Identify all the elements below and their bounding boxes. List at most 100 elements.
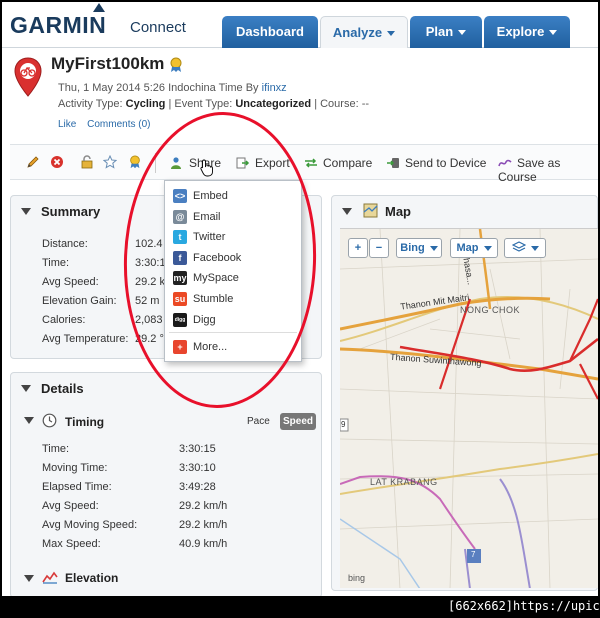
timing-row-label: Moving Time: (42, 462, 108, 474)
summary-row-label: Elevation Gain: (42, 295, 117, 307)
nav-tab-dashboard[interactable]: Dashboard (222, 16, 318, 48)
like-link[interactable]: Like (58, 119, 76, 130)
cycling-location-pin-icon (14, 57, 42, 97)
twitter-icon: t (173, 230, 187, 244)
map-canvas[interactable]: Thanon Mit Maitri Prachasa... NONG CHOK … (340, 228, 598, 588)
activity-date: Thu, 1 May 2014 5:26 Indochina Time By (58, 82, 259, 94)
summary-row-value: 29.2 ° (135, 333, 164, 345)
share-menu-item-twitter[interactable]: t Twitter (173, 229, 297, 247)
comments-link[interactable]: Comments (0) (87, 119, 150, 130)
export-label: Export (255, 156, 290, 170)
badge-icon[interactable] (128, 155, 142, 169)
activity-title[interactable]: MyFirst100km (51, 54, 164, 74)
zoom-out-button[interactable]: − (369, 238, 389, 258)
timing-row-value: 29.2 km/h (179, 500, 228, 512)
map-route-shield-9: 9 (341, 420, 346, 429)
speed-toggle[interactable]: Speed (280, 413, 316, 430)
connect-wordmark: Connect (130, 19, 186, 36)
digg-icon: digg (173, 313, 187, 327)
timing-row-label: Avg Speed: (42, 500, 99, 512)
send-to-device-label: Send to Device (405, 156, 487, 170)
user-link[interactable]: ifinxz (262, 82, 287, 94)
event-type-value: Uncategorized (235, 98, 312, 110)
collapse-triangle-icon[interactable] (21, 208, 31, 215)
summary-row-label: Avg Speed: (42, 276, 99, 288)
compare-button[interactable]: Compare (304, 156, 372, 170)
export-button[interactable]: Export (236, 156, 290, 170)
share-menu-item-embed[interactable]: <> Embed (173, 188, 297, 206)
activity-date-line: Thu, 1 May 2014 5:26 Indochina Time By i… (58, 82, 287, 94)
share-menu-label: Twitter (193, 231, 226, 243)
share-menu-label: Embed (193, 190, 228, 202)
share-dropdown-menu: <> Embed @ Email t Twitter f Facebook my MySpace s… (164, 180, 302, 362)
details-header[interactable]: Details (11, 373, 321, 403)
garmin-logo[interactable]: GARMIN (10, 12, 106, 39)
collapse-triangle-icon[interactable] (342, 208, 352, 215)
plus-icon: + (173, 340, 187, 354)
timing-row-value: 3:30:15 (179, 443, 216, 455)
map-view-select[interactable]: Map (450, 238, 498, 258)
share-menu-item-digg[interactable]: digg Digg (173, 312, 297, 330)
share-person-icon (171, 157, 181, 169)
share-menu-item-email[interactable]: @ Email (173, 209, 297, 227)
chevron-down-icon (429, 245, 438, 251)
watermark: [662x662]https://upic.me/ (448, 599, 600, 613)
activity-type-value: Cycling (125, 98, 166, 110)
zoom-in-button[interactable]: + (348, 238, 368, 258)
menu-divider (169, 332, 297, 333)
elevation-collapse-triangle-icon[interactable] (24, 575, 34, 582)
privacy-lock-icon[interactable] (80, 155, 94, 169)
chevron-down-icon (387, 31, 396, 37)
save-as-course-button[interactable]: Save as Course (498, 156, 598, 184)
share-menu-item-more[interactable]: + More... (173, 339, 297, 357)
clock-icon (42, 413, 57, 428)
save-course-icon (498, 159, 512, 167)
send-to-device-icon (387, 158, 399, 168)
share-menu-label: More... (193, 341, 228, 353)
share-menu-item-myspace[interactable]: my MySpace (173, 270, 297, 288)
timing-row-value: 3:49:28 (179, 481, 216, 493)
activity-type-label: Activity Type: (58, 98, 123, 110)
pace-toggle[interactable]: Pace (247, 416, 270, 427)
share-menu-label: MySpace (193, 272, 239, 284)
share-menu-label: Email (193, 211, 221, 223)
summary-row-label: Avg Temperature: (42, 333, 129, 345)
award-badge-icon (170, 57, 182, 72)
collapse-triangle-icon[interactable] (21, 385, 31, 392)
summary-title: Summary (41, 204, 101, 219)
details-title: Details (41, 381, 84, 396)
nav-tab-explore[interactable]: Explore (484, 16, 570, 48)
email-icon: @ (173, 210, 187, 224)
timing-row-label: Elapsed Time: (42, 481, 112, 493)
map-layers-select[interactable] (504, 238, 546, 258)
summary-row-value: 2,083 (135, 314, 163, 326)
nav-tab-plan[interactable]: Plan (410, 16, 482, 48)
activity-type-line: Activity Type: Cycling | Event Type: Unc… (58, 98, 369, 110)
send-to-device-button[interactable]: Send to Device (386, 156, 486, 170)
nav-tab-analyze[interactable]: Analyze (320, 16, 408, 48)
share-menu-item-facebook[interactable]: f Facebook (173, 250, 297, 268)
chevron-down-icon (483, 245, 492, 251)
map-route-shield-7: 7 (471, 550, 476, 559)
export-icon (236, 157, 250, 169)
summary-row-label: Calories: (42, 314, 86, 326)
timing-collapse-triangle-icon[interactable] (24, 417, 34, 424)
mouse-cursor-hand-icon (200, 159, 213, 177)
map-icon (363, 203, 378, 218)
elevation-chart-icon (42, 571, 58, 584)
stumbleupon-icon: su (173, 292, 187, 306)
share-menu-label: Digg (193, 314, 216, 326)
share-menu-label: Stumble (193, 293, 234, 305)
logo-triangle-icon (93, 3, 105, 12)
edit-pencil-icon[interactable] (26, 155, 40, 169)
timing-row-value: 40.9 km/h (179, 538, 228, 550)
browser-frame: GARMIN Connect Dashboard Analyze Plan Ex… (2, 2, 598, 596)
myspace-icon: my (173, 271, 187, 285)
share-menu-item-stumble[interactable]: su Stumble (173, 291, 297, 309)
timing-row-label: Avg Moving Speed: (42, 519, 138, 531)
map-provider-select[interactable]: Bing (396, 238, 442, 258)
favorite-star-icon[interactable] (103, 155, 117, 169)
embed-icon: <> (173, 189, 187, 203)
summary-row-value: 102.4 (135, 238, 163, 250)
delete-icon[interactable] (50, 155, 64, 169)
